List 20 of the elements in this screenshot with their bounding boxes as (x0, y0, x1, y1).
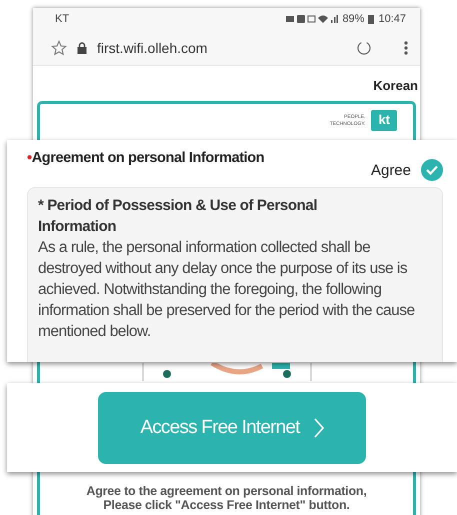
clock-time: 10:47 (378, 13, 406, 25)
menu-icon[interactable] (404, 40, 408, 54)
notice-heading: * Period of Possession & Use of Personal Information (38, 196, 318, 237)
lock-icon (77, 42, 87, 54)
battery-percent: 89% (342, 13, 364, 25)
status-icons (286, 14, 338, 24)
footer-note: Agree to the agreement on personal information, (85, 484, 368, 498)
battery-icon (368, 14, 374, 24)
kt-logo: kt (371, 110, 397, 131)
reload-icon[interactable] (356, 40, 372, 56)
language-link[interactable]: Korean (373, 78, 418, 93)
star-icon[interactable] (51, 40, 67, 56)
footer-note: Please click "Access Free Internet" button. (102, 498, 351, 512)
notice-text: As a rule, the personal information collected shall be destroyed without any delay once the purpose of its use is achieved. Notwithstanding the foregoing, the following information shall be preserved for the period with the cause mentioned below. (38, 238, 416, 342)
agree-checkbox[interactable] (421, 159, 443, 181)
check-icon (426, 165, 438, 175)
agree-label[interactable]: Agree (370, 162, 411, 178)
chevron-right-icon (314, 418, 324, 438)
agreement-title: •Agreement on personal Information (27, 150, 264, 166)
carrier-name: KT (55, 13, 70, 25)
